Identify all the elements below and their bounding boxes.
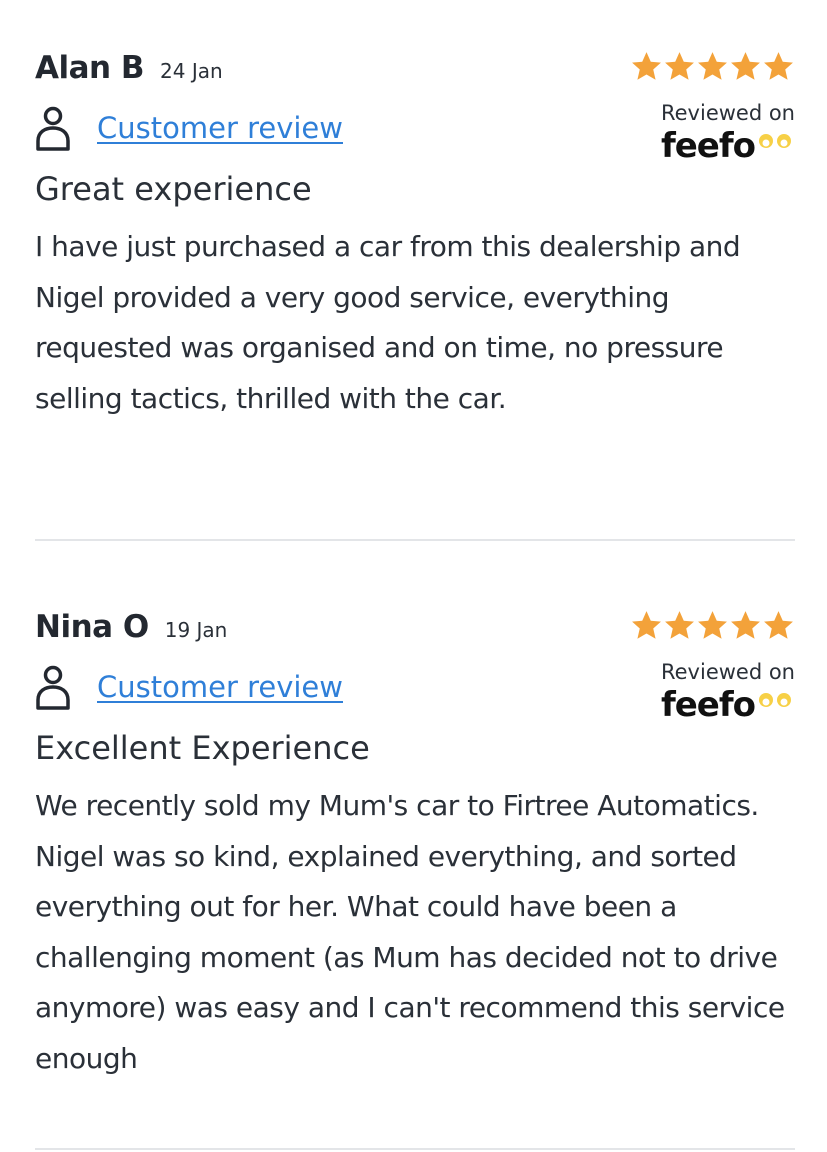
customer-review-link[interactable]: Customer review xyxy=(97,111,343,145)
review-divider xyxy=(35,539,795,541)
feefo-logo: feefo xyxy=(661,129,795,163)
review-type-row: Customer review xyxy=(35,105,343,151)
review-title: Great experience xyxy=(35,170,312,208)
review-body: We recently sold my Mum's car to Firtree… xyxy=(35,789,785,1075)
customer-review-link[interactable]: Customer review xyxy=(97,670,343,704)
review-date: 19 Jan xyxy=(164,618,228,642)
feefo-logo: feefo xyxy=(661,688,795,722)
star-icon xyxy=(632,611,661,639)
star-rating xyxy=(625,50,795,83)
review-title: Excellent Experience xyxy=(35,729,370,767)
star-icon xyxy=(698,52,727,80)
review-divider xyxy=(35,1148,795,1150)
feefo-badge[interactable]: Reviewed on feefo xyxy=(625,609,795,722)
review-body: I have just purchased a car from this de… xyxy=(35,230,741,415)
reviewer-name: Nina O xyxy=(35,609,149,645)
star-icon xyxy=(632,52,661,80)
star-icon xyxy=(665,611,694,639)
star-icon xyxy=(731,52,760,80)
person-icon xyxy=(36,665,70,710)
feefo-wordmark: feefo xyxy=(660,685,756,725)
star-icon xyxy=(665,52,694,80)
person-icon xyxy=(36,106,70,151)
feefo-badge[interactable]: Reviewed on feefo xyxy=(625,50,795,163)
reviewed-on-label: Reviewed on xyxy=(660,101,795,125)
feefo-eyes-icon xyxy=(759,134,791,148)
review-card: Alan B 24 Jan Customer review Great expe… xyxy=(35,50,795,415)
star-icon xyxy=(698,611,727,639)
review-type-row: Customer review xyxy=(35,664,343,710)
star-icon xyxy=(764,52,793,80)
star-rating xyxy=(625,609,795,642)
reviewer-name: Alan B xyxy=(35,50,145,86)
feefo-eyes-icon xyxy=(759,693,791,707)
reviewed-on-label: Reviewed on xyxy=(660,660,795,684)
star-icon xyxy=(731,611,760,639)
feefo-wordmark: feefo xyxy=(660,126,756,166)
star-icon xyxy=(764,611,793,639)
review-card: Nina O 19 Jan Customer review Excellent … xyxy=(35,609,795,1075)
review-date: 24 Jan xyxy=(160,59,223,83)
